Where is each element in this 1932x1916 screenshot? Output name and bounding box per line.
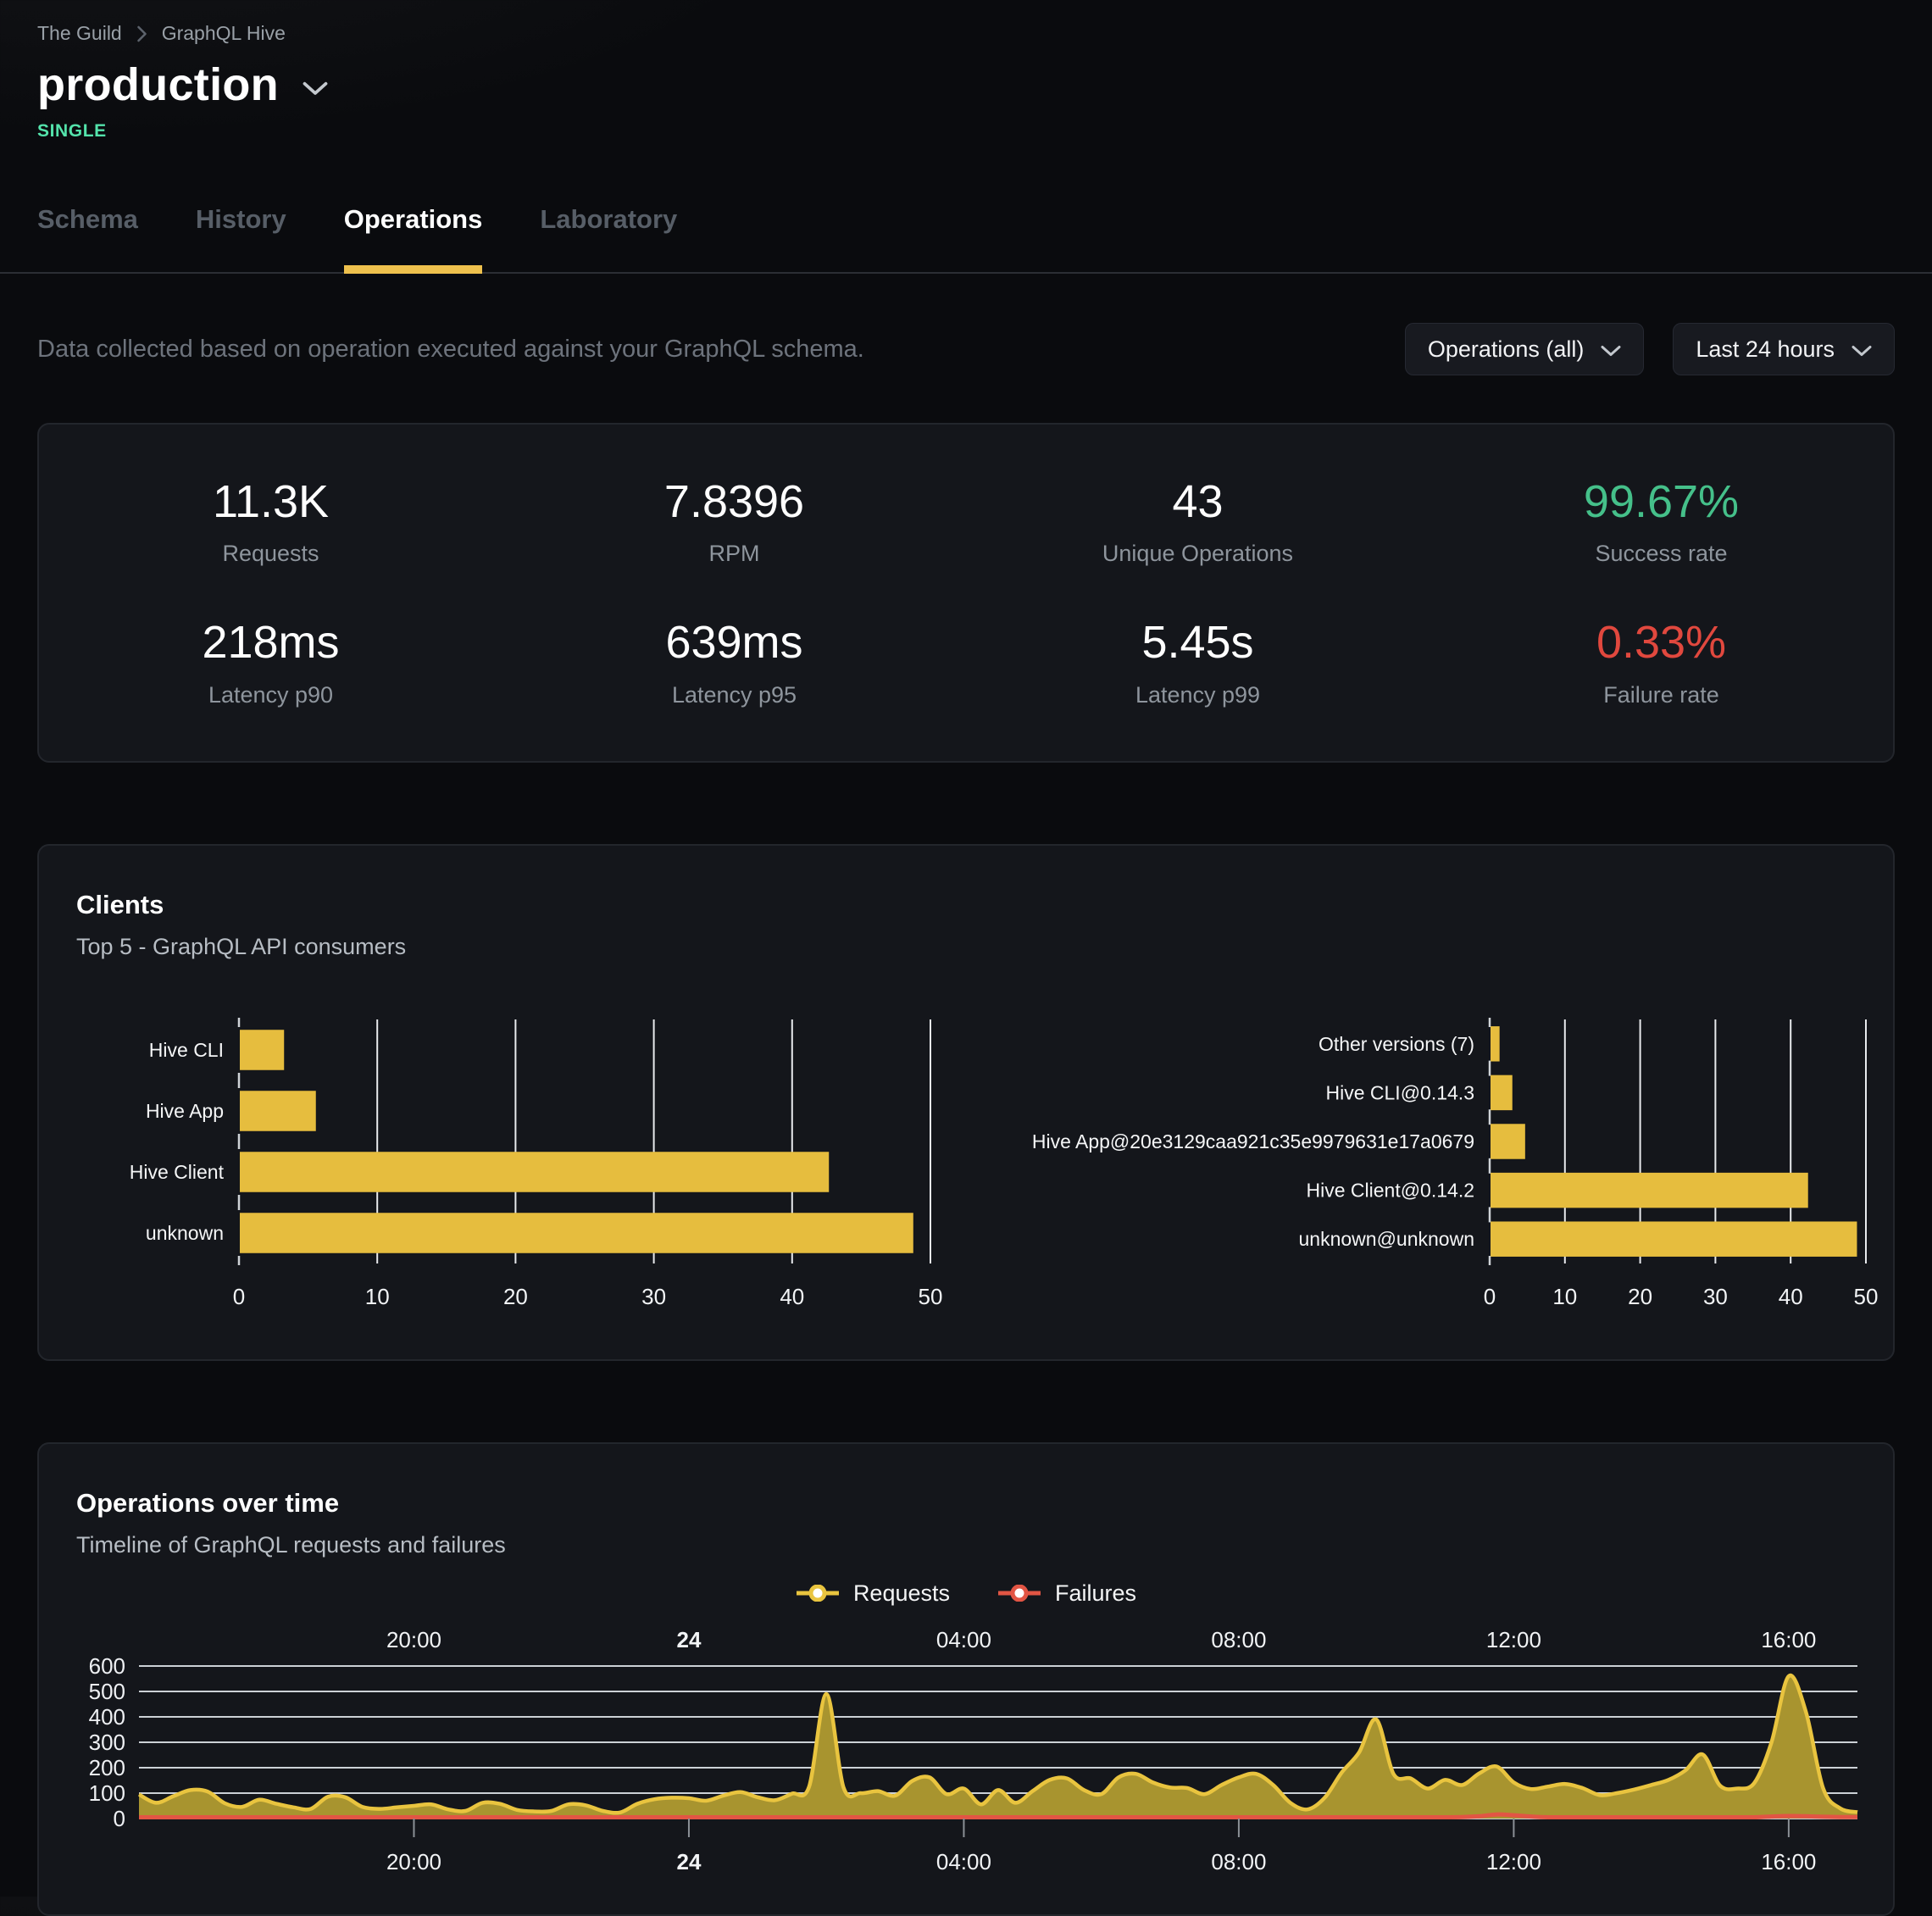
stats-panel: 11.3KRequests 7.8396RPM 43Unique Operati… <box>37 423 1895 763</box>
clients-by-name-chart[interactable]: Hive CLI Hive App Hive Client unknown 0 10 20 3… <box>76 1008 961 1324</box>
svg-text:unknown@unknown: unknown@unknown <box>1299 1228 1474 1250</box>
svg-text:Hive CLI: Hive CLI <box>149 1039 224 1061</box>
operations-over-time-panel: Operations over time Timeline of GraphQL… <box>37 1442 1895 1916</box>
failures-legend-marker-icon <box>997 1585 1041 1602</box>
graphql-hive-dashboard: The Guild GraphQL Hive production SINGLE… <box>0 0 1932 1916</box>
time-range-dropdown[interactable]: Last 24 hours <box>1673 323 1895 375</box>
chevron-down-icon[interactable] <box>303 73 328 97</box>
svg-text:Other versions (7): Other versions (7) <box>1319 1033 1474 1055</box>
operations-panel-subtitle: Timeline of GraphQL requests and failure… <box>76 1532 1856 1558</box>
svg-text:08:00: 08:00 <box>1211 1849 1266 1874</box>
breadcrumb-project-link[interactable]: GraphQL Hive <box>162 22 286 45</box>
chevron-down-icon <box>1601 342 1621 358</box>
svg-text:Hive Client@0.14.2: Hive Client@0.14.2 <box>1307 1179 1475 1201</box>
svg-text:400: 400 <box>89 1704 125 1730</box>
svg-text:12:00: 12:00 <box>1486 1627 1541 1652</box>
svg-text:16:00: 16:00 <box>1761 1627 1816 1652</box>
stat-latency-p99: 5.45sLatency p99 <box>966 618 1430 708</box>
tab-schema[interactable]: Schema <box>37 204 138 274</box>
svg-text:08:00: 08:00 <box>1211 1627 1266 1652</box>
svg-text:unknown: unknown <box>146 1222 224 1244</box>
tab-operations[interactable]: Operations <box>344 204 483 274</box>
svg-text:50: 50 <box>919 1284 943 1309</box>
svg-text:20: 20 <box>1628 1284 1652 1309</box>
svg-text:40: 40 <box>780 1284 804 1309</box>
target-mode-badge: SINGLE <box>37 121 1895 142</box>
tab-bar: Schema History Operations Laboratory <box>0 204 1932 274</box>
timeline-legend: Requests Failures <box>76 1580 1856 1607</box>
svg-text:0: 0 <box>114 1806 125 1831</box>
stat-latency-p95: 639msLatency p95 <box>502 618 966 708</box>
svg-text:40: 40 <box>1779 1284 1803 1309</box>
chevron-down-icon <box>1852 342 1872 358</box>
svg-text:500: 500 <box>89 1679 125 1704</box>
time-range-label: Last 24 hours <box>1696 336 1835 363</box>
svg-text:600: 600 <box>89 1653 125 1679</box>
svg-text:0: 0 <box>233 1284 245 1309</box>
svg-text:10: 10 <box>365 1284 390 1309</box>
operations-filter-dropdown[interactable]: Operations (all) <box>1405 323 1645 375</box>
stat-rpm: 7.8396RPM <box>502 477 966 567</box>
svg-text:50: 50 <box>1854 1284 1879 1309</box>
page-title: production <box>37 58 279 111</box>
svg-text:30: 30 <box>1703 1284 1728 1309</box>
svg-text:24: 24 <box>676 1627 701 1652</box>
operations-timeline-chart[interactable]: 0100200300400500600 20:00 20:00 24 24 04:00 04… <box>76 1622 1856 1884</box>
description-text: Data collected based on operation execut… <box>37 336 864 364</box>
chevron-right-icon <box>136 24 148 44</box>
tab-laboratory[interactable]: Laboratory <box>540 204 677 274</box>
svg-text:200: 200 <box>89 1755 125 1780</box>
page-header: The Guild GraphQL Hive production SINGLE <box>0 0 1932 142</box>
svg-text:Hive App@20e3129caa921c35e9979: Hive App@20e3129caa921c35e9979631e17a067… <box>1032 1130 1474 1152</box>
clients-panel-title: Clients <box>76 890 1856 920</box>
svg-text:300: 300 <box>89 1730 125 1755</box>
svg-text:04:00: 04:00 <box>936 1627 991 1652</box>
breadcrumb: The Guild GraphQL Hive <box>37 22 1895 45</box>
svg-text:Hive CLI@0.14.3: Hive CLI@0.14.3 <box>1326 1081 1475 1103</box>
stat-success-rate: 99.67%Success rate <box>1430 477 1893 567</box>
svg-text:0: 0 <box>1484 1284 1496 1309</box>
stat-requests: 11.3KRequests <box>39 477 502 567</box>
svg-text:20: 20 <box>503 1284 528 1309</box>
svg-text:20:00: 20:00 <box>386 1849 441 1874</box>
legend-item-requests[interactable]: Requests <box>796 1580 950 1607</box>
stat-unique-operations: 43Unique Operations <box>966 477 1430 567</box>
svg-text:12:00: 12:00 <box>1486 1849 1541 1874</box>
filters-row: Data collected based on operation execut… <box>0 323 1932 375</box>
svg-text:10: 10 <box>1552 1284 1577 1309</box>
svg-text:30: 30 <box>641 1284 666 1309</box>
svg-text:16:00: 16:00 <box>1761 1849 1816 1874</box>
svg-text:24: 24 <box>676 1849 701 1874</box>
svg-text:Hive App: Hive App <box>146 1100 224 1122</box>
stat-failure-rate: 0.33%Failure rate <box>1430 618 1893 708</box>
clients-panel-subtitle: Top 5 - GraphQL API consumers <box>76 934 1856 960</box>
svg-text:20:00: 20:00 <box>386 1627 441 1652</box>
requests-legend-marker-icon <box>796 1585 840 1602</box>
breadcrumb-org-link[interactable]: The Guild <box>37 22 122 45</box>
operations-panel-title: Operations over time <box>76 1488 1856 1519</box>
stat-latency-p90: 218msLatency p90 <box>39 618 502 708</box>
tab-history[interactable]: History <box>196 204 286 274</box>
clients-by-version-chart[interactable]: Other versions (7) Hive CLI@0.14.3 Hive Ap… <box>961 1008 1896 1324</box>
svg-text:100: 100 <box>89 1780 125 1806</box>
legend-item-failures[interactable]: Failures <box>997 1580 1136 1607</box>
svg-text:04:00: 04:00 <box>936 1849 991 1874</box>
svg-text:Hive Client: Hive Client <box>130 1161 225 1183</box>
operations-filter-label: Operations (all) <box>1428 336 1585 363</box>
clients-panel: Clients Top 5 - GraphQL API consumers Hi… <box>37 844 1895 1361</box>
